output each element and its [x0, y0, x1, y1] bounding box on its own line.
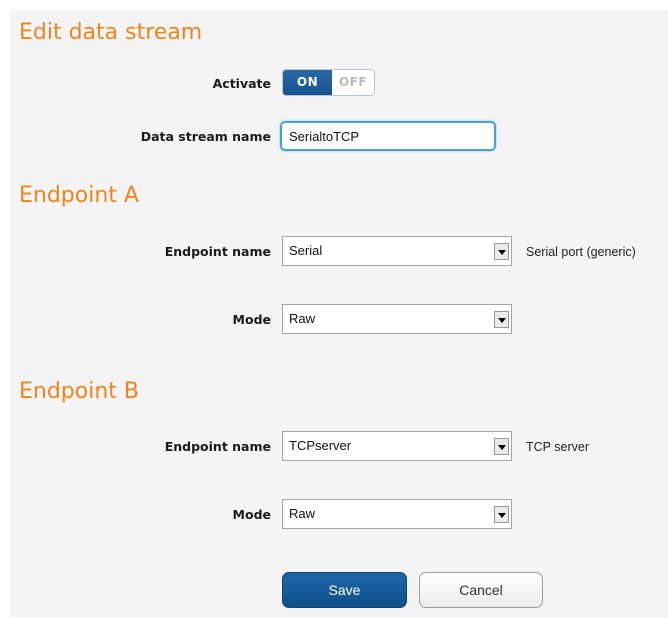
page-title: Edit data stream — [19, 20, 203, 45]
chevron-down-icon[interactable] — [494, 438, 509, 455]
chevron-down-icon[interactable] — [494, 311, 509, 328]
endpoint-b-name-hint: TCP server — [526, 440, 589, 454]
endpoint-b-name-value: TCPserver — [289, 438, 352, 453]
save-button[interactable]: Save — [282, 572, 407, 608]
endpoint-a-title: Endpoint A — [19, 183, 139, 208]
endpoint-a-mode-value: Raw — [289, 311, 316, 326]
endpoint-a-name-label: Endpoint name — [164, 244, 271, 259]
endpoint-a-mode-label: Mode — [232, 312, 271, 327]
stream-name-label: Data stream name — [140, 129, 271, 144]
toggle-off-option[interactable]: OFF — [332, 70, 374, 95]
endpoint-b-name-select[interactable]: TCPserver — [282, 431, 512, 461]
endpoint-a-name-hint: Serial port (generic) — [526, 245, 636, 259]
endpoint-b-name-label: Endpoint name — [164, 439, 271, 454]
toggle-on-option[interactable]: ON — [283, 70, 332, 95]
endpoint-b-title: Endpoint B — [19, 379, 140, 404]
endpoint-b-mode-select[interactable]: Raw — [282, 499, 512, 529]
cancel-button[interactable]: Cancel — [419, 572, 543, 608]
endpoint-a-mode-select[interactable]: Raw — [282, 304, 512, 334]
activate-label: Activate — [212, 76, 271, 91]
endpoint-b-mode-label: Mode — [232, 507, 271, 522]
chevron-down-icon[interactable] — [494, 243, 509, 260]
stream-name-input[interactable] — [280, 121, 496, 151]
activate-toggle[interactable]: ON OFF — [282, 69, 375, 96]
endpoint-b-mode-value: Raw — [289, 506, 316, 521]
endpoint-a-name-value: Serial — [289, 243, 323, 258]
chevron-down-icon[interactable] — [494, 506, 509, 523]
endpoint-a-name-select[interactable]: Serial — [282, 236, 512, 266]
